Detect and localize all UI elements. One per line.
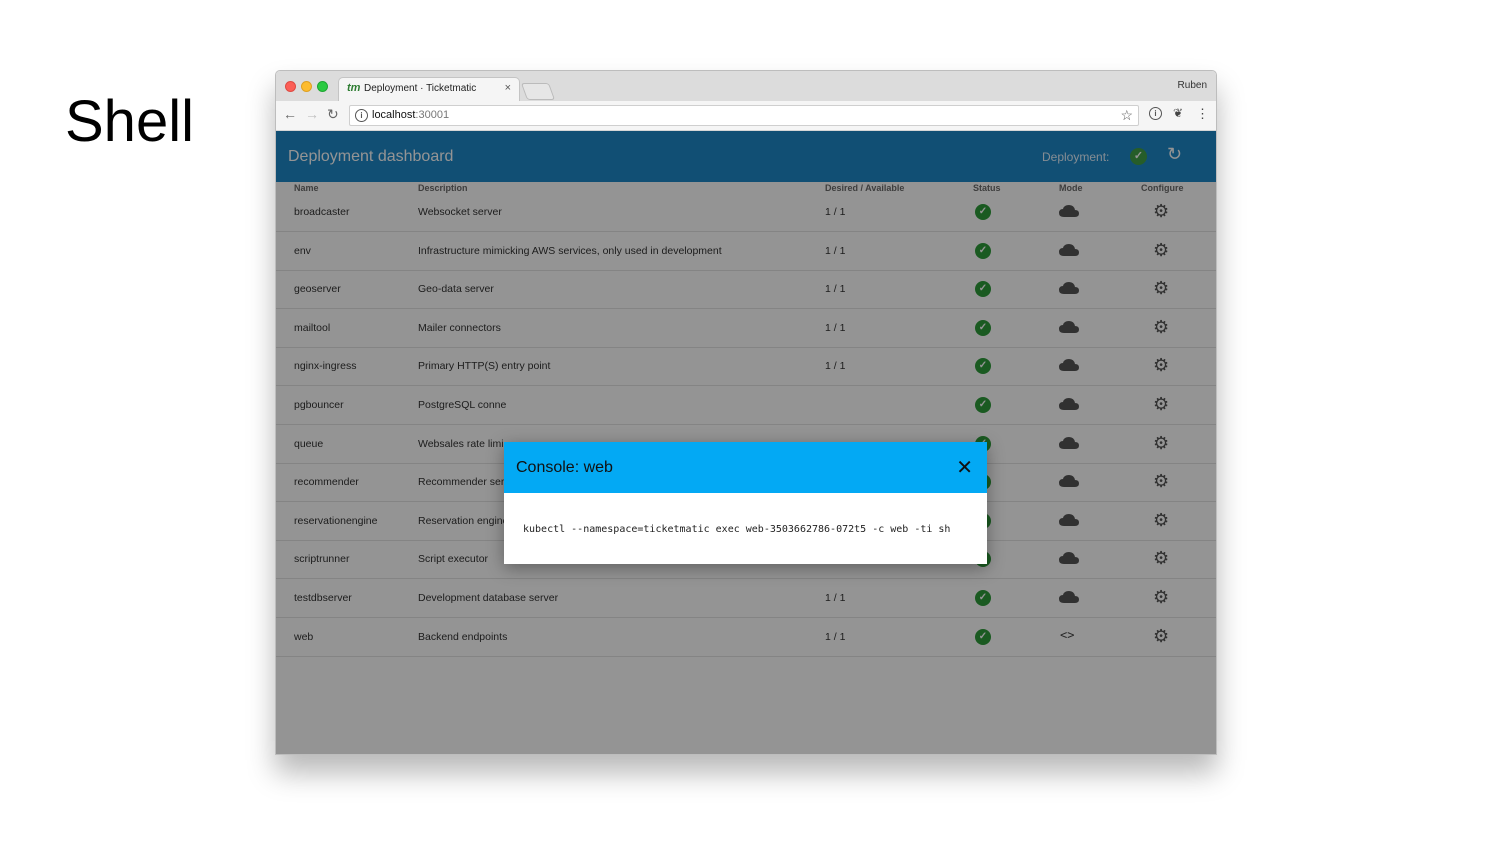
reload-icon[interactable]: ↻ <box>327 106 339 123</box>
favicon-icon: tm <box>347 82 361 94</box>
dialog-title: Console: web <box>516 459 613 476</box>
profile-name[interactable]: Ruben <box>1178 80 1207 91</box>
back-arrow-icon[interactable]: ← <box>283 106 297 122</box>
window-zoom-button[interactable] <box>317 81 328 92</box>
forward-arrow-icon[interactable]: → <box>305 106 319 122</box>
evernote-extension-icon[interactable]: ❦ <box>1173 106 1183 120</box>
dialog-header: Console: web ✕ <box>504 442 987 493</box>
extension-info-icon[interactable]: i <box>1149 107 1162 120</box>
browser-toolbar: ← → ↻ i localhost:30001 ☆ i ❦ ⋮ <box>276 101 1216 131</box>
info-icon[interactable]: i <box>355 109 368 122</box>
tab-title: Deployment · Ticketmatic <box>364 83 477 94</box>
dashboard-app: Deployment dashboard Deployment: ✓ ↻ Nam… <box>276 131 1216 754</box>
slide-title: Shell <box>65 89 194 154</box>
url-text[interactable]: localhost:30001 <box>372 109 449 121</box>
window-minimize-button[interactable] <box>301 81 312 92</box>
new-tab-button[interactable] <box>520 83 556 100</box>
kebab-menu-icon[interactable]: ⋮ <box>1196 106 1209 122</box>
console-dialog: Console: web ✕ kubectl --namespace=ticke… <box>504 442 987 564</box>
window-close-button[interactable] <box>285 81 296 92</box>
bookmark-star-icon[interactable]: ☆ <box>1120 107 1133 124</box>
browser-window: tm Deployment · Ticketmatic × Ruben ← → … <box>275 70 1217 755</box>
console-command[interactable]: kubectl --namespace=ticketmatic exec web… <box>523 524 950 535</box>
tab-bar: tm Deployment · Ticketmatic × Ruben <box>276 71 1216 101</box>
close-icon[interactable]: ✕ <box>956 455 973 480</box>
address-bar[interactable]: i localhost:30001 ☆ <box>349 105 1139 126</box>
tab-close-icon[interactable]: × <box>505 82 511 94</box>
browser-tab[interactable]: tm Deployment · Ticketmatic × <box>338 77 520 101</box>
